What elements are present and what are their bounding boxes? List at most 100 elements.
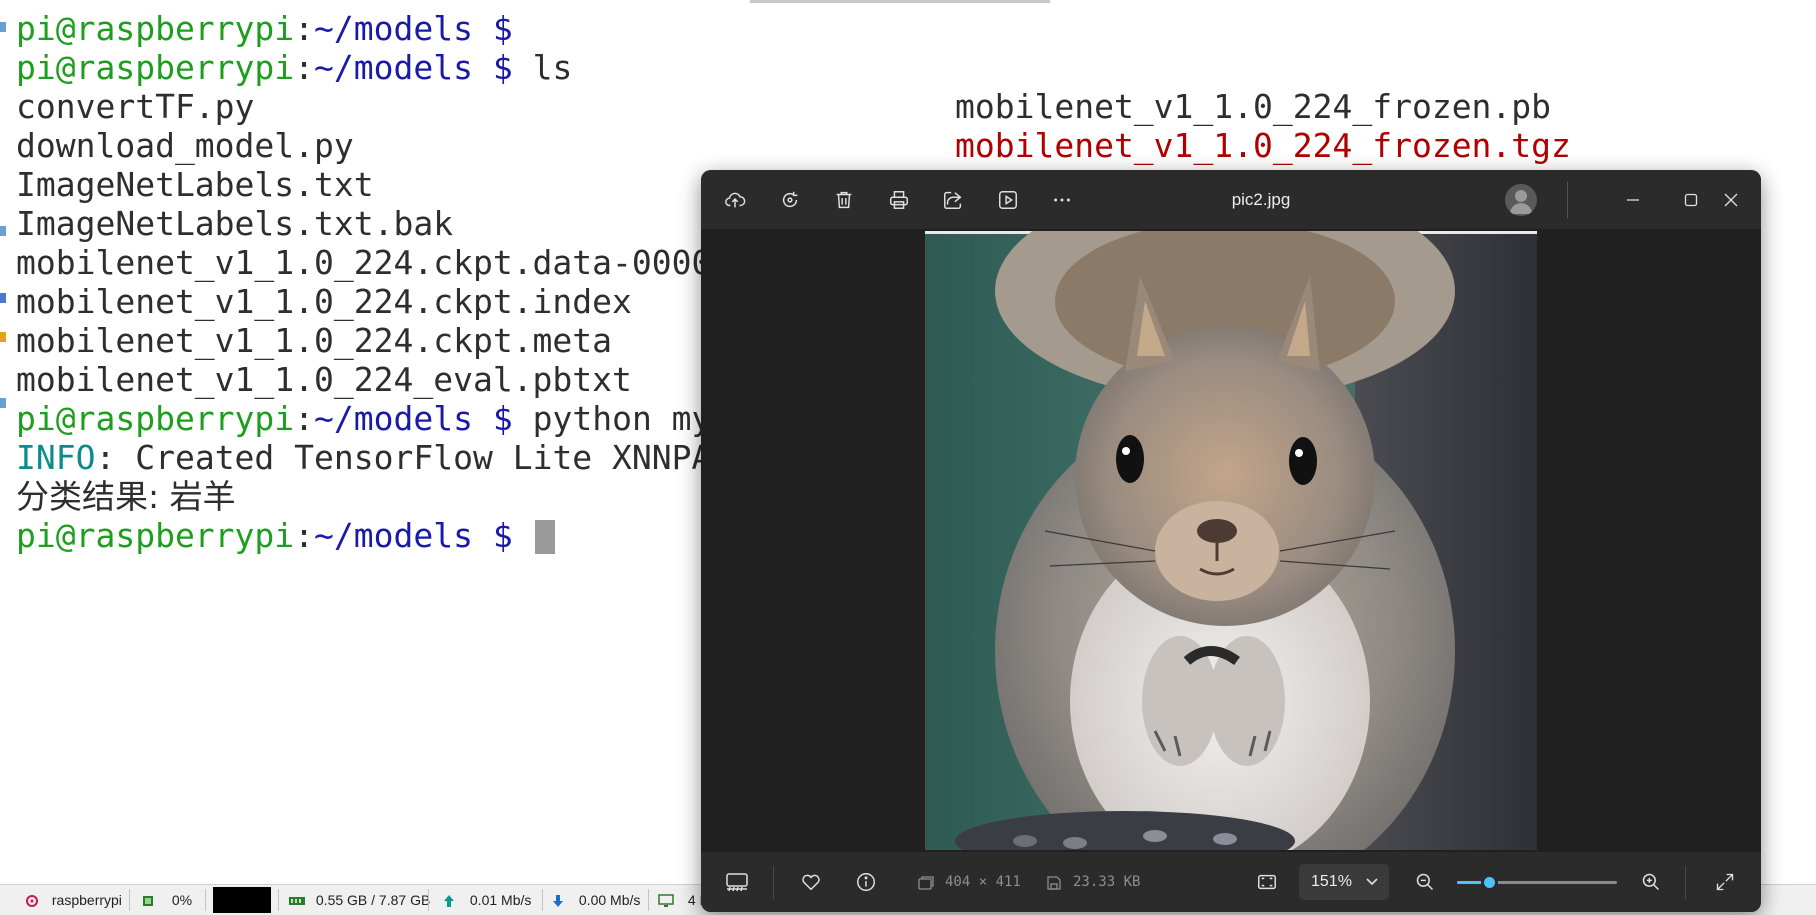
maximize-button[interactable]: [1671, 184, 1711, 216]
heart-icon: [802, 874, 820, 891]
taskbar-memory[interactable]: 0.55 GB / 7.87 GB: [288, 891, 430, 909]
close-button[interactable]: [1711, 184, 1751, 216]
file-listing-item-archive: mobilenet_v1_1.0_224_frozen.tgz: [955, 126, 1571, 165]
taskbar-upload[interactable]: 0.01 Mb/s: [442, 891, 531, 909]
taskbar-download[interactable]: 0.00 Mb/s: [551, 891, 640, 909]
chevron-down-icon: [1366, 878, 1378, 886]
slideshow-button[interactable]: [992, 184, 1024, 216]
file-listing-item: mobilenet_v1_1.0_224.ckpt.data-0000: [16, 243, 712, 282]
fullscreen-button[interactable]: [1709, 866, 1741, 898]
bottom-divider: [773, 866, 774, 900]
terminal-cursor: [534, 520, 555, 554]
zoom-in-icon: [1642, 873, 1660, 891]
terminal-command: python my: [512, 399, 712, 438]
monitor-icon: [658, 894, 674, 908]
window-edge: [750, 0, 1050, 3]
gutter-marker: [0, 22, 6, 32]
file-title: pic2.jpg: [1231, 190, 1291, 209]
fit-to-window-button[interactable]: [1251, 866, 1283, 898]
gutter-marker: [0, 226, 6, 236]
file-listing-item: mobilenet_v1_1.0_224.ckpt.index: [16, 282, 632, 321]
image-canvas[interactable]: [701, 229, 1761, 852]
rotate-button[interactable]: [774, 184, 806, 216]
terminal-prompt-line: pi@raspberrypi:~/models $ ls: [16, 48, 573, 87]
info-button[interactable]: [850, 866, 882, 898]
person-icon: [1510, 190, 1532, 214]
gutter-marker: [0, 332, 6, 342]
file-size: 23.33 KB: [1073, 874, 1141, 890]
taskbar-divider: [129, 889, 130, 911]
taskbar-cpu[interactable]: 0%: [140, 891, 192, 909]
upload-icon: [444, 895, 454, 908]
save-disk-icon: [1047, 876, 1061, 890]
terminal-prompt-line: pi@raspberrypi:~/models $ python my: [16, 399, 712, 438]
share-button[interactable]: [937, 184, 969, 216]
download-label: 0.00 Mb/s: [578, 892, 641, 908]
expand-icon: [1716, 873, 1734, 891]
share-icon: [944, 191, 962, 209]
terminal-info-line: INFO: Created TensorFlow Lite XNNPA: [16, 438, 712, 477]
download-icon: [553, 895, 563, 908]
host-label: raspberrypi: [51, 892, 122, 908]
upload-label: 0.01 Mb/s: [469, 892, 532, 908]
bottom-divider: [1685, 866, 1686, 900]
filmstrip-button[interactable]: [721, 866, 753, 898]
cpu-graph: [213, 887, 271, 913]
terminal-prompt-line: pi@raspberrypi:~/models $: [16, 516, 555, 555]
print-button[interactable]: [883, 184, 915, 216]
classification-result: 分类结果: 岩羊: [16, 477, 236, 516]
terminal-command: ls: [512, 48, 573, 87]
zoom-slider[interactable]: [1457, 874, 1617, 891]
zoom-slider-thumb[interactable]: [1481, 874, 1498, 891]
taskbar-divider: [542, 889, 543, 911]
minimize-button[interactable]: [1613, 184, 1653, 216]
printer-icon: [890, 191, 908, 209]
file-listing-item: ImageNetLabels.txt.bak: [16, 204, 454, 243]
minimize-icon: [1627, 199, 1639, 201]
viewer-bottom-bar: 404 × 411 23.33 KB 151%: [701, 852, 1761, 912]
zoom-in-button[interactable]: [1635, 866, 1667, 898]
zoom-out-icon: [1416, 873, 1434, 891]
delete-button[interactable]: [828, 184, 860, 216]
taskbar-divider: [278, 889, 279, 911]
squirrel-photo: [925, 231, 1537, 850]
raspberry-icon: [26, 895, 38, 908]
file-listing-item: download_model.py: [16, 126, 354, 165]
zoom-dropdown[interactable]: 151%: [1299, 864, 1389, 900]
zoom-out-button[interactable]: [1409, 866, 1441, 898]
file-listing-item: ImageNetLabels.txt: [16, 165, 374, 204]
favorite-button[interactable]: [795, 866, 827, 898]
filmstrip-icon: [726, 873, 748, 892]
file-listing-item: mobilenet_v1_1.0_224_frozen.pb: [955, 87, 1552, 126]
info-icon: [857, 873, 875, 891]
cpu-icon: [143, 896, 153, 907]
trash-icon: [836, 191, 852, 209]
account-avatar[interactable]: [1505, 184, 1537, 216]
more-options-button[interactable]: [1046, 184, 1078, 216]
cpu-label: 0%: [171, 892, 193, 908]
fit-screen-icon: [1258, 874, 1276, 890]
close-icon: [1724, 193, 1738, 207]
gutter-marker: [0, 398, 6, 408]
ellipsis-icon: [1054, 198, 1070, 202]
file-listing-item: mobilenet_v1_1.0_224.ckpt.meta: [16, 321, 613, 360]
taskbar-divider: [205, 889, 206, 911]
taskbar-divider: [428, 889, 429, 911]
zoom-value: 151%: [1311, 873, 1352, 890]
left-gutter: [0, 0, 6, 410]
image-dimensions: 404 × 411: [945, 874, 1021, 890]
gutter-marker: [0, 293, 6, 303]
dimensions-icon: [918, 876, 934, 890]
terminal-prompt-line: pi@raspberrypi:~/models $: [16, 9, 513, 48]
upload-cloud-button[interactable]: [719, 184, 751, 216]
cloud-upload-icon: [725, 192, 746, 208]
memory-label: 0.55 GB / 7.87 GB: [315, 892, 431, 908]
maximize-icon: [1684, 193, 1698, 207]
photos-viewer-window[interactable]: pic2.jpg 404 × 411 23.33 KB 151%: [701, 170, 1761, 912]
file-listing-item: mobilenet_v1_1.0_224_eval.pbtxt: [16, 360, 632, 399]
taskbar-divider: [648, 889, 649, 911]
memory-icon: [289, 897, 305, 906]
rotate-icon: [782, 191, 798, 208]
taskbar-host[interactable]: raspberrypi: [24, 891, 122, 909]
viewer-titlebar[interactable]: pic2.jpg: [701, 170, 1761, 229]
